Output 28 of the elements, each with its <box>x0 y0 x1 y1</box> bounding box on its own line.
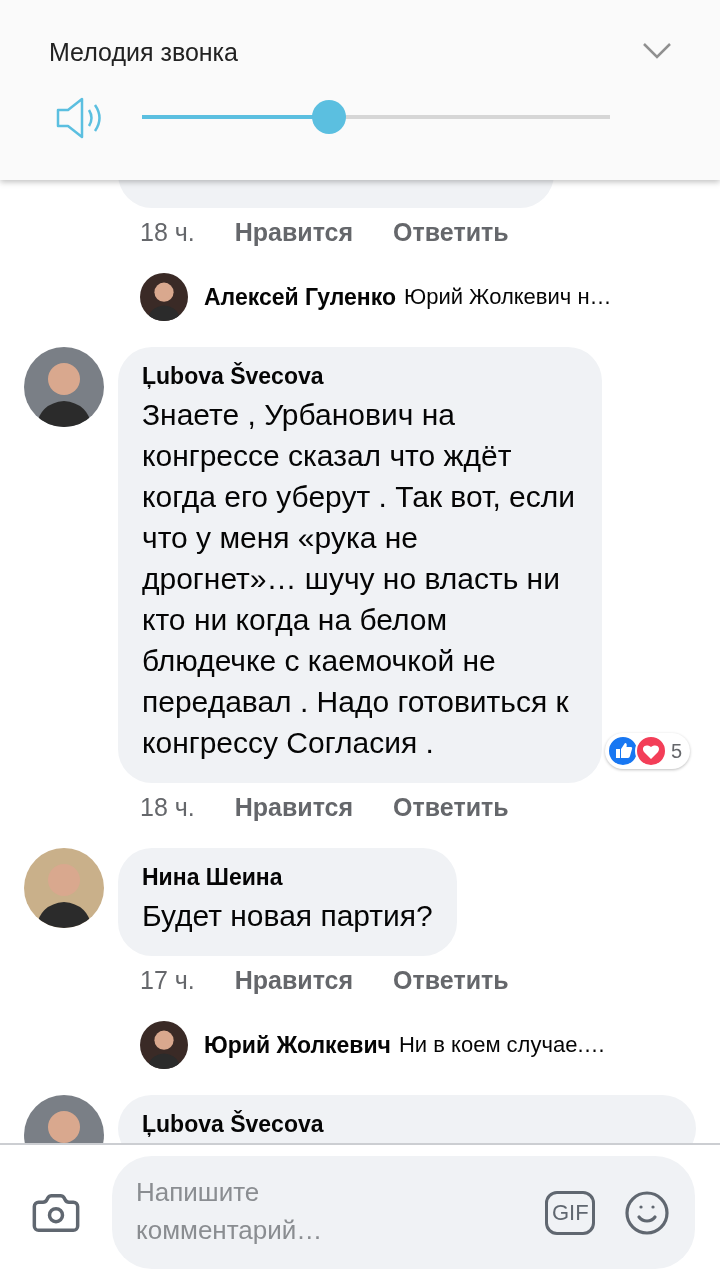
reply-author[interactable]: Алексей Гуленко <box>204 283 396 311</box>
like-link[interactable]: Нравится <box>234 793 354 822</box>
emoji-icon[interactable] <box>623 1188 671 1237</box>
comment-time: 18 ч. <box>140 793 195 822</box>
reply-link[interactable]: Ответить <box>393 966 509 995</box>
reaction-badge[interactable]: 5 <box>604 733 690 769</box>
reply-preview[interactable]: Юрий Жолкевич н… <box>403 284 612 310</box>
author-name[interactable]: Ļubova Švecova <box>142 363 578 390</box>
chevron-down-icon[interactable] <box>642 42 672 60</box>
avatar <box>140 273 188 321</box>
panel-title: Мелодия звонка <box>49 38 238 67</box>
author-name[interactable]: Ļubova Švecova <box>142 1111 672 1138</box>
author-name[interactable]: Нина Шеина <box>142 864 433 891</box>
slider-thumb[interactable] <box>312 100 347 134</box>
comment-text: Будет новая партия? <box>142 898 433 934</box>
reply-author[interactable]: Юрий Жолкевич <box>204 1031 391 1059</box>
gif-button[interactable]: GIF <box>545 1190 595 1235</box>
reply-link[interactable]: Ответить <box>393 793 509 822</box>
comment-time: 18 ч. <box>140 218 195 247</box>
like-icon <box>606 735 639 767</box>
reply-preview[interactable]: Ни в коем случае.… <box>398 1032 606 1058</box>
like-link[interactable]: Нравится <box>234 966 354 995</box>
comment-text: Знаете , Урбанович на конгрессе сказал что ждёт когда его уберут . Так вот, если что у меня «рука не дрогнет»… шучу но власть ни кто ни когда на белом блюдечке с каемочкой не передавал . Надо готовиться к конгрессу Согласия . <box>142 397 576 761</box>
comment-time: 17 ч. <box>140 966 195 995</box>
avatar <box>140 1021 188 1069</box>
like-link[interactable]: Нравится <box>234 218 354 247</box>
reply-link[interactable]: Ответить <box>393 218 509 247</box>
comment-field[interactable]: Напишите комментарий… GIF <box>112 1156 695 1269</box>
